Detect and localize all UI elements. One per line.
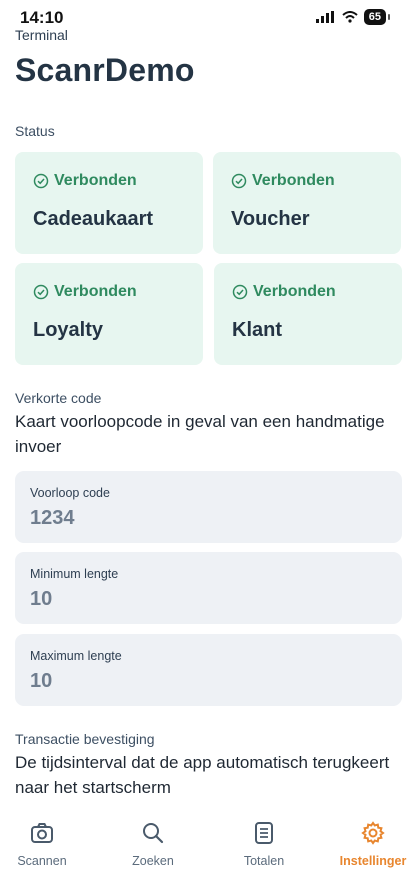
battery-indicator: 65 — [363, 9, 391, 25]
check-circle-icon — [33, 284, 49, 300]
card-name: Cadeaukaart — [33, 208, 154, 230]
maximum-length-field[interactable]: Maximum lengte 10 — [15, 634, 402, 706]
check-circle-icon — [33, 173, 49, 189]
short-code-section-label: Verkorte code — [15, 390, 102, 406]
status-card-voucher: Verbonden Voucher — [213, 152, 401, 254]
transaction-description: De tijdsinterval dat de app automatisch … — [15, 753, 390, 797]
tab-zoeken[interactable]: Zoeken — [113, 820, 193, 868]
status-text: Verbonden — [54, 283, 137, 300]
card-name: Loyalty — [33, 319, 104, 341]
minimum-length-field[interactable]: Minimum lengte 10 — [15, 552, 402, 624]
bottom-tab-bar: Scannen Zoeken Totalen Instellinger — [0, 812, 408, 874]
signal-icon — [315, 11, 334, 23]
field-label: Maximum lengte — [30, 649, 122, 663]
card-name: Klant — [232, 319, 282, 341]
camera-icon — [31, 823, 53, 843]
tab-scannen[interactable]: Scannen — [2, 820, 82, 868]
document-icon — [255, 822, 273, 844]
tab-label: Instellinger — [339, 854, 407, 868]
status-text: Verbonden — [54, 172, 137, 189]
search-icon — [143, 823, 164, 844]
status-text: Verbonden — [253, 283, 336, 300]
field-label: Voorloop code — [30, 486, 110, 500]
check-circle-icon — [231, 173, 247, 189]
leading-code-field[interactable]: Voorloop code 1234 — [15, 471, 402, 543]
status-card-cadeaukaart: Verbonden Cadeaukaart — [15, 152, 203, 254]
status-icons: 65 — [315, 9, 391, 25]
terminal-label: Terminal — [15, 27, 68, 43]
leading-code-input[interactable]: 1234 — [30, 507, 370, 530]
status-bar: 14:10 65 — [0, 0, 408, 30]
short-code-description: Kaart voorloopcode in geval van een hand… — [15, 412, 385, 456]
gear-icon — [361, 821, 385, 845]
tab-totalen[interactable]: Totalen — [224, 820, 304, 868]
tab-label: Zoeken — [132, 854, 174, 868]
maximum-length-input[interactable]: 10 — [30, 670, 370, 693]
wifi-icon — [342, 11, 358, 23]
status-card-klant: Verbonden Klant — [214, 263, 402, 365]
status-card-loyalty: Verbonden Loyalty — [15, 263, 203, 365]
page-title: ScanrDemo — [15, 52, 195, 88]
tab-label: Totalen — [243, 854, 285, 868]
status-time: 14:10 — [20, 8, 64, 27]
field-label: Minimum lengte — [30, 567, 119, 581]
status-text: Verbonden — [252, 172, 335, 189]
tab-label: Scannen — [17, 854, 67, 868]
transaction-section-label: Transactie bevestiging — [15, 731, 155, 747]
check-circle-icon — [232, 284, 248, 300]
minimum-length-input[interactable]: 10 — [30, 588, 370, 611]
tab-instellinger[interactable]: Instellinger — [333, 820, 408, 868]
card-name: Voucher — [231, 208, 310, 230]
status-section-label: Status — [15, 123, 55, 139]
